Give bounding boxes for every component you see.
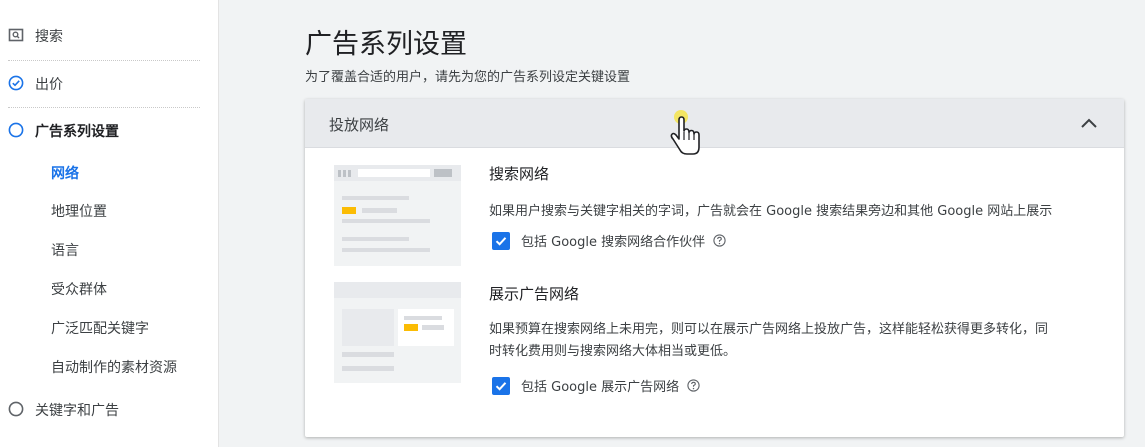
search-network-desc: 如果用户搜索与关键字相关的字词，广告就会在 Google 搜索结果旁边和其他 G… (489, 204, 1053, 219)
check-icon (495, 381, 507, 391)
search-partners-checkbox[interactable] (492, 231, 510, 250)
step-label: 出价 (35, 77, 63, 93)
card-title: 投放网络 (329, 116, 390, 134)
display-network-illustration (334, 282, 461, 383)
display-network-title: 展示广告网络 (489, 285, 580, 303)
display-network-label: 包括 Google 展示广告网络 (521, 380, 680, 395)
search-network-title: 搜索网络 (489, 165, 550, 183)
search-icon (8, 27, 24, 43)
display-network-checkbox[interactable] (492, 376, 510, 395)
subitem-location[interactable]: 地理位置 (51, 201, 107, 223)
page-subtitle: 为了覆盖合适的用户，请先为您的广告系列设定关键设置 (305, 70, 631, 85)
circle-icon (8, 401, 24, 417)
check-icon (495, 236, 507, 246)
step-label: 搜索 (35, 29, 63, 45)
subitem-language[interactable]: 语言 (51, 240, 79, 262)
subitem-network[interactable]: 网络 (51, 163, 79, 185)
display-network-row: 包括 Google 展示广告网络 (492, 376, 700, 395)
subitem-audience[interactable]: 受众群体 (51, 279, 107, 301)
step-label: 关键字和广告 (35, 403, 119, 419)
page-title: 广告系列设置 (305, 29, 467, 60)
check-circle-icon (8, 75, 24, 91)
step-bidding[interactable]: 出价 (0, 70, 219, 98)
step-search[interactable]: 搜索 (0, 22, 219, 50)
networks-card-header[interactable]: 投放网络 (305, 99, 1124, 148)
search-partners-label: 包括 Google 搜索网络合作伙伴 (521, 235, 706, 250)
hand-pointer-cursor-icon (670, 110, 700, 155)
subitem-broad-match[interactable]: 广泛匹配关键字 (51, 318, 149, 340)
display-network-desc-line1: 如果预算在搜索网络上未用完，则可以在展示广告网络上投放广告，这样能轻松获得更多转… (489, 322, 1049, 337)
subitem-auto-assets[interactable]: 自动制作的素材资源 (51, 357, 177, 379)
search-partners-row: 包括 Google 搜索网络合作伙伴 (492, 231, 726, 250)
circle-icon (8, 122, 24, 138)
help-icon[interactable] (713, 234, 726, 247)
display-network-desc-line2: 时转化费用则与搜索网络大体相当或更低。 (489, 344, 737, 359)
step-campaign-settings[interactable]: 广告系列设置 (0, 117, 219, 145)
divider (8, 107, 200, 108)
sidebar: 搜索 出价 广告系列设置 网络 地理位置 语言 受众群体 广泛匹配关键字 自动制… (0, 0, 219, 447)
networks-card: 投放网络 搜索网络 如果用户搜索与关键字相关的字词，广告就会在 Google 搜… (305, 99, 1124, 437)
step-keywords-ads[interactable]: 关键字和广告 (0, 396, 219, 424)
step-label: 广告系列设置 (35, 124, 119, 140)
help-icon[interactable] (687, 379, 700, 392)
search-network-illustration (334, 165, 461, 266)
divider (8, 60, 200, 61)
chevron-up-icon[interactable] (1078, 113, 1100, 135)
